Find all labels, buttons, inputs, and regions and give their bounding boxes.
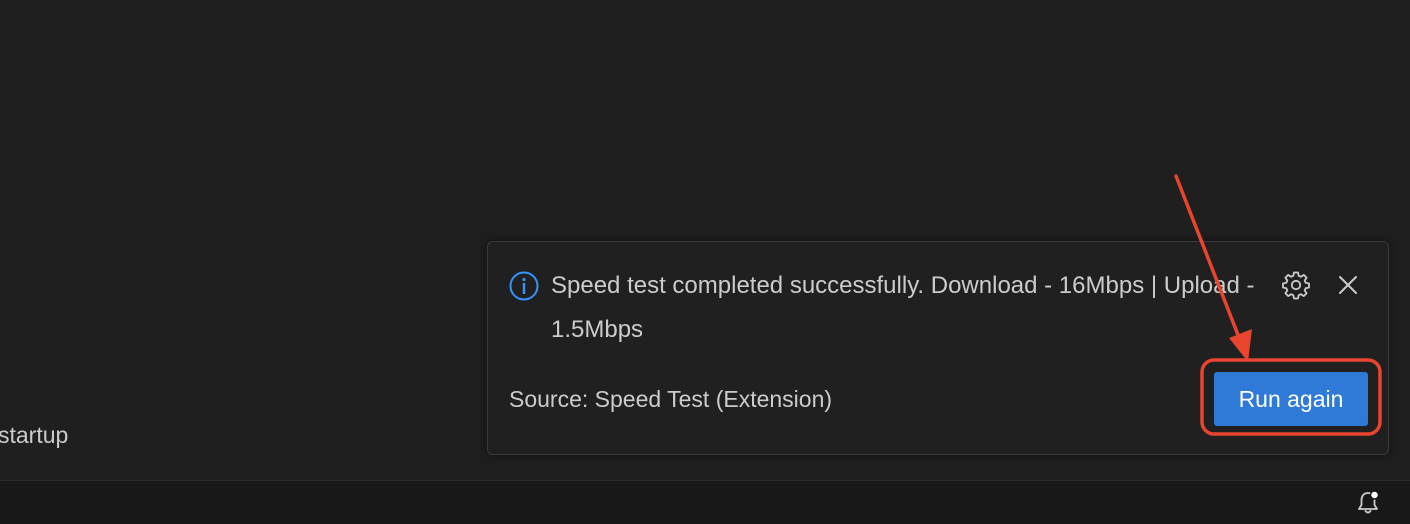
notification-source: Source: Speed Test (Extension) xyxy=(509,386,833,412)
close-icon[interactable] xyxy=(1332,269,1364,301)
bell-dot-icon[interactable] xyxy=(1354,489,1382,517)
status-bar xyxy=(0,480,1410,524)
startup-text: startup xyxy=(0,422,69,448)
info-icon xyxy=(509,271,539,301)
gear-icon[interactable] xyxy=(1280,269,1312,301)
notification-message: Speed test completed successfully. Downl… xyxy=(551,272,1255,343)
notification-toast: Speed test completed successfully. Downl… xyxy=(487,241,1389,455)
run-again-button[interactable]: Run again xyxy=(1214,372,1368,426)
